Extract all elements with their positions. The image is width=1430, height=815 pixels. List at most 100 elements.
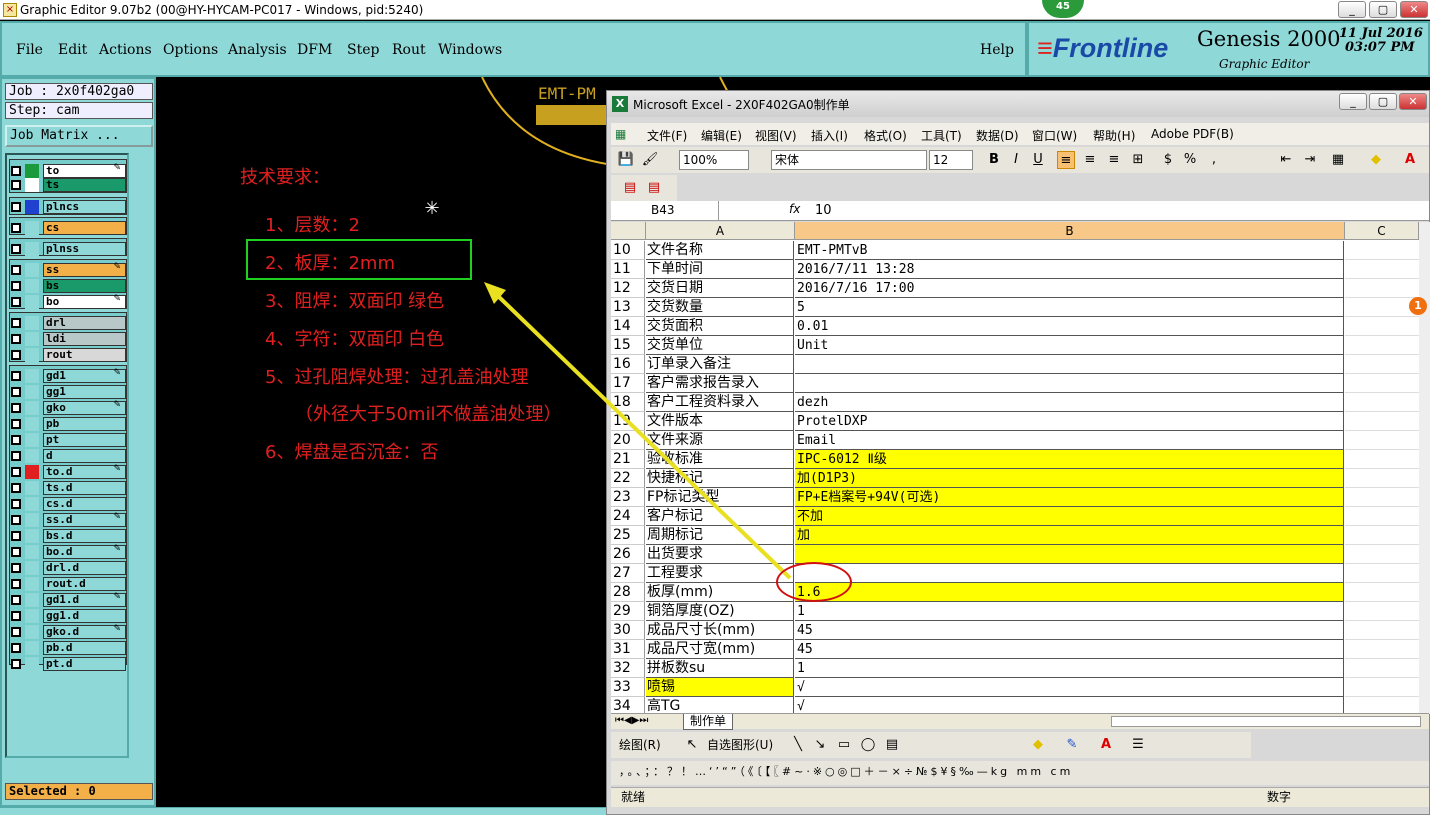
select-all-corner[interactable] <box>611 222 646 240</box>
cell-c[interactable] <box>1345 583 1419 602</box>
comma-button[interactable]: , <box>1205 151 1223 169</box>
cell-b[interactable]: 1.6 <box>795 583 1344 602</box>
layer-color-swatch[interactable] <box>25 417 39 431</box>
row-header[interactable]: 32 <box>611 659 645 678</box>
cell-c[interactable] <box>1345 393 1419 412</box>
cell-b[interactable]: EMT-PMTvB <box>795 241 1344 260</box>
layer-checkbox[interactable] <box>11 435 21 445</box>
percent-button[interactable]: % <box>1181 151 1199 169</box>
cell-a[interactable]: 验收标准 <box>646 450 794 469</box>
layer-color-swatch[interactable] <box>25 242 39 256</box>
currency-button[interactable]: $ <box>1159 151 1177 169</box>
xmenu-view[interactable]: 视图(V) <box>755 127 797 144</box>
vertical-scrollbar[interactable] <box>1419 222 1430 714</box>
menu-rout[interactable]: Rout <box>392 42 426 58</box>
layer-color-swatch[interactable] <box>25 433 39 447</box>
row-header[interactable]: 21 <box>611 450 645 469</box>
cell-c[interactable] <box>1345 469 1419 488</box>
layer-color-swatch[interactable] <box>25 279 39 293</box>
layer-checkbox[interactable] <box>11 595 21 605</box>
layer-row[interactable]: gd1 ✎ <box>9 368 126 384</box>
fill-color-button[interactable]: ◆ <box>1367 151 1385 169</box>
cell-a[interactable]: 拼板数su <box>646 659 794 678</box>
cell-c[interactable] <box>1345 545 1419 564</box>
cell-a[interactable]: 成品尺寸长(mm) <box>646 621 794 640</box>
column-header-b[interactable]: B <box>795 222 1345 240</box>
indent-button[interactable]: ⇥ <box>1301 151 1319 169</box>
select-objects-icon[interactable]: ↖ <box>683 736 701 754</box>
layer-checkbox[interactable] <box>11 659 21 669</box>
layer-row[interactable]: ldi <box>9 331 126 347</box>
cell-b[interactable]: 不加 <box>795 507 1344 526</box>
excel-minimize-button[interactable]: _ <box>1339 93 1367 110</box>
xmenu-insert[interactable]: 插入(I) <box>811 127 848 144</box>
cell-c[interactable] <box>1345 412 1419 431</box>
cell-c[interactable] <box>1345 355 1419 374</box>
layer-name[interactable]: bs <box>43 279 126 293</box>
layer-name[interactable]: ts.d <box>43 481 126 495</box>
layer-checkbox[interactable] <box>11 547 21 557</box>
row-header[interactable]: 12 <box>611 279 645 298</box>
layer-checkbox[interactable] <box>11 223 21 233</box>
cell-b[interactable]: IPC-6012 Ⅱ级 <box>795 450 1344 469</box>
layer-checkbox[interactable] <box>11 180 21 190</box>
layer-row[interactable]: rout <box>9 347 126 363</box>
layer-color-swatch[interactable] <box>25 332 39 346</box>
workbook-icon[interactable]: ▦ <box>615 127 626 141</box>
horizontal-scrollbar[interactable] <box>1111 716 1421 727</box>
layer-name[interactable]: cs <box>43 221 126 235</box>
cell-b[interactable]: Email <box>795 431 1344 450</box>
excel-restore-button[interactable]: ▢ <box>1369 93 1397 110</box>
name-box[interactable]: B43 <box>611 201 719 220</box>
line-style-icon[interactable]: ☰ <box>1129 736 1147 754</box>
cell-b[interactable]: 2016/7/16 17:00 <box>795 279 1344 298</box>
layer-checkbox[interactable] <box>11 297 21 307</box>
rectangle-icon[interactable]: ▭ <box>835 736 853 754</box>
layer-name[interactable]: pt.d <box>43 657 126 671</box>
layer-color-swatch[interactable] <box>25 401 39 415</box>
row-header[interactable]: 30 <box>611 621 645 640</box>
layer-checkbox[interactable] <box>11 281 21 291</box>
oval-icon[interactable]: ◯ <box>859 736 877 754</box>
cell-a[interactable]: 出货要求 <box>646 545 794 564</box>
italic-button[interactable]: I <box>1007 151 1025 169</box>
layer-checkbox[interactable] <box>11 265 21 275</box>
cell-b[interactable] <box>795 374 1344 393</box>
layer-name[interactable]: plnss <box>43 242 126 256</box>
xmenu-tools[interactable]: 工具(T) <box>921 127 962 144</box>
cell-c[interactable] <box>1345 526 1419 545</box>
draw-menu[interactable]: 绘图(R) <box>619 736 661 754</box>
layer-color-swatch[interactable] <box>25 369 39 383</box>
merge-center-button[interactable]: ⊞ <box>1129 151 1147 169</box>
cell-a[interactable]: 客户需求报告录入 <box>646 374 794 393</box>
layer-name[interactable]: pb.d <box>43 641 126 655</box>
cell-b[interactable] <box>795 355 1344 374</box>
row-header[interactable]: 11 <box>611 260 645 279</box>
cell-c[interactable] <box>1345 564 1419 583</box>
row-header[interactable]: 13 <box>611 298 645 317</box>
cell-c[interactable] <box>1345 678 1419 697</box>
cell-c[interactable] <box>1345 431 1419 450</box>
layer-checkbox[interactable] <box>11 318 21 328</box>
bold-button[interactable]: B <box>985 151 1003 169</box>
cell-a[interactable]: 快捷标记 <box>646 469 794 488</box>
align-center-button[interactable]: ≡ <box>1081 151 1099 169</box>
row-header[interactable]: 28 <box>611 583 645 602</box>
xmenu-file[interactable]: 文件(F) <box>647 127 687 144</box>
layer-name[interactable]: ldi <box>43 332 126 346</box>
cell-b[interactable] <box>795 564 1344 583</box>
layer-color-swatch[interactable] <box>25 641 39 655</box>
cell-a[interactable]: 板厚(mm) <box>646 583 794 602</box>
layer-color-swatch[interactable] <box>25 449 39 463</box>
layer-name[interactable]: cs.d <box>43 497 126 511</box>
pdf-icon[interactable]: ▤ <box>621 179 639 197</box>
row-header[interactable]: 25 <box>611 526 645 545</box>
row-header[interactable]: 17 <box>611 374 645 393</box>
layer-row[interactable]: gko.d ✎ <box>9 624 126 640</box>
fx-icon[interactable]: fx <box>789 202 800 216</box>
layer-row[interactable]: rout.d <box>9 576 126 592</box>
cell-a[interactable]: 交货日期 <box>646 279 794 298</box>
layer-row[interactable]: pt.d <box>9 656 126 672</box>
menu-windows[interactable]: Windows <box>438 42 502 58</box>
formula-input[interactable]: 10 <box>815 203 832 218</box>
